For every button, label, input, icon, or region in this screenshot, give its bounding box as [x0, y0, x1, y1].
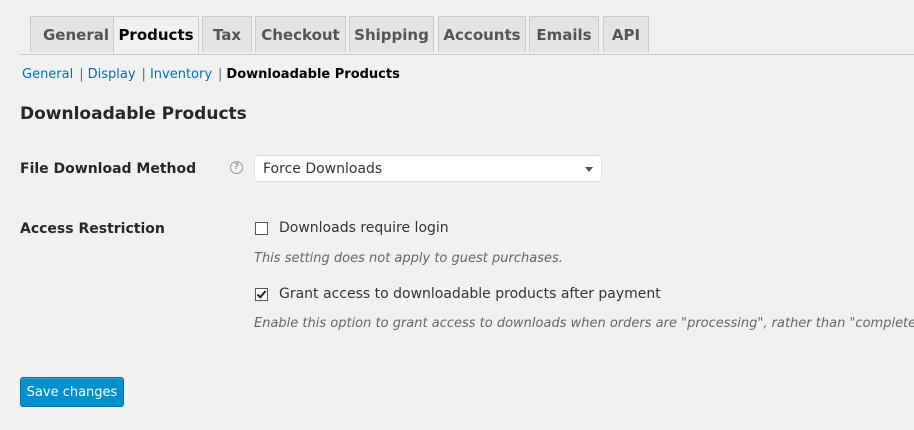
- tab-shipping[interactable]: Shipping: [349, 16, 434, 52]
- save-changes-button[interactable]: Save changes: [20, 377, 124, 407]
- access-restriction-label: Access Restriction: [20, 221, 165, 237]
- checkbox-label: Downloads require login: [279, 220, 449, 236]
- checkmark-icon: [256, 287, 267, 299]
- subnav-display-link[interactable]: Display: [88, 67, 136, 82]
- downloads-require-login-option: Downloads require login: [255, 220, 449, 236]
- select-value: Force Downloads: [263, 160, 383, 177]
- tab-accounts[interactable]: Accounts: [438, 16, 526, 52]
- tab-api[interactable]: API: [603, 16, 649, 52]
- grant-access-checkbox[interactable]: [255, 287, 268, 301]
- downloads-require-login-checkbox[interactable]: [255, 221, 268, 235]
- tab-general[interactable]: General: [30, 16, 122, 52]
- settings-tabs: General Products Tax Checkout Shipping A…: [20, 16, 914, 55]
- subnav-inventory-link[interactable]: Inventory: [150, 67, 212, 82]
- tab-emails[interactable]: Emails: [529, 16, 599, 52]
- checkbox-label: Grant access to downloadable products af…: [279, 286, 661, 302]
- subnav-separator: |: [79, 67, 84, 82]
- file-download-method-label: File Download Method: [20, 161, 197, 177]
- section-title: Downloadable Products: [20, 104, 247, 124]
- chevron-down-icon: [585, 167, 593, 172]
- subnav-separator: |: [218, 67, 223, 82]
- tab-tax[interactable]: Tax: [202, 16, 252, 52]
- subnav: General | Display | Inventory | Downloadable P…: [22, 67, 400, 82]
- grant-access-option: Grant access to downloadable products af…: [255, 286, 661, 302]
- subnav-general-link[interactable]: General: [22, 67, 73, 82]
- tab-checkout[interactable]: Checkout: [255, 16, 346, 52]
- file-download-method-select[interactable]: Force Downloads: [254, 155, 602, 182]
- grant-access-description: Enable this option to grant access to do…: [254, 316, 914, 331]
- tab-products[interactable]: Products: [113, 16, 199, 54]
- subnav-separator: |: [141, 67, 146, 82]
- subnav-current: Downloadable Products: [226, 67, 400, 82]
- guest-purchases-description: This setting does not apply to guest pur…: [254, 251, 563, 266]
- help-icon[interactable]: ?: [230, 161, 243, 174]
